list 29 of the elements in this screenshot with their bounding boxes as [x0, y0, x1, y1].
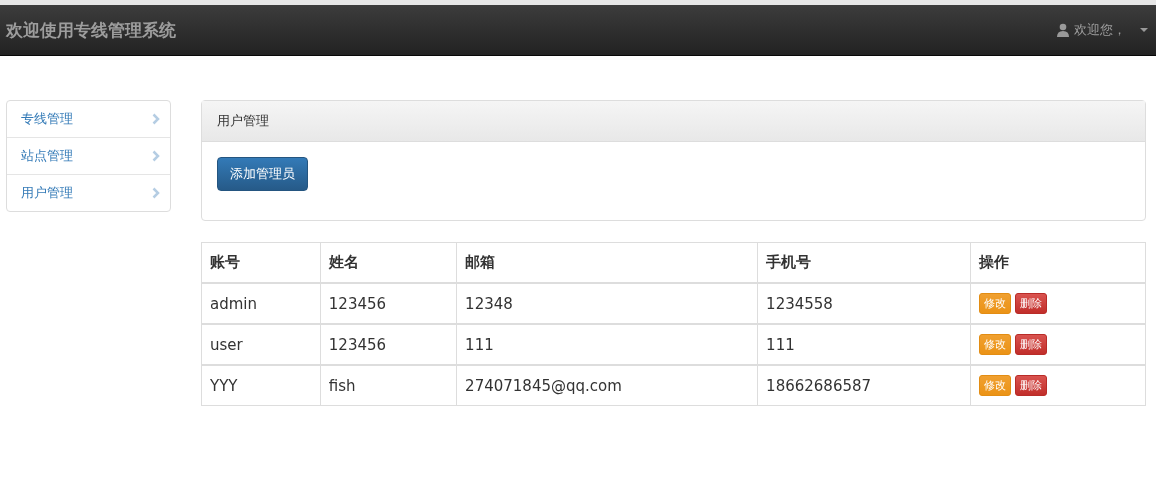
add-admin-button[interactable]: 添加管理员 — [217, 157, 308, 191]
sidebar-item[interactable]: 专线管理 — [7, 101, 170, 137]
chevron-right-icon — [152, 150, 160, 162]
column-header: 姓名 — [320, 242, 457, 283]
table-cell: 274071845@qq.com — [456, 365, 758, 406]
column-header: 操作 — [970, 242, 1146, 283]
table-cell: 111 — [456, 324, 758, 365]
panel-title: 用户管理 — [217, 112, 269, 130]
table-cell: fish — [320, 365, 457, 406]
table-cell: YYY — [201, 365, 321, 406]
table-cell: user — [201, 324, 321, 365]
user-icon — [1056, 23, 1070, 37]
table-cell: 18662686587 — [757, 365, 971, 406]
delete-button[interactable]: 删除 — [1014, 375, 1047, 396]
column-header: 手机号 — [757, 242, 971, 283]
delete-button[interactable]: 删除 — [1014, 293, 1047, 314]
column-header: 邮箱 — [456, 242, 758, 283]
chevron-right-icon — [152, 187, 160, 199]
table-cell: 111 — [757, 324, 971, 365]
delete-button[interactable]: 删除 — [1014, 334, 1047, 355]
sidebar-item[interactable]: 站点管理 — [7, 137, 170, 174]
table-cell: 123456 — [320, 324, 457, 365]
chevron-right-icon — [152, 113, 160, 125]
brand-title[interactable]: 欢迎使用专线管理系统 — [6, 18, 176, 42]
user-menu[interactable]: 欢迎您， — [1056, 21, 1148, 39]
column-header: 账号 — [201, 242, 321, 283]
caret-icon — [1140, 27, 1148, 33]
sidebar-item[interactable]: 用户管理 — [7, 174, 170, 211]
table-cell: admin — [201, 283, 321, 324]
